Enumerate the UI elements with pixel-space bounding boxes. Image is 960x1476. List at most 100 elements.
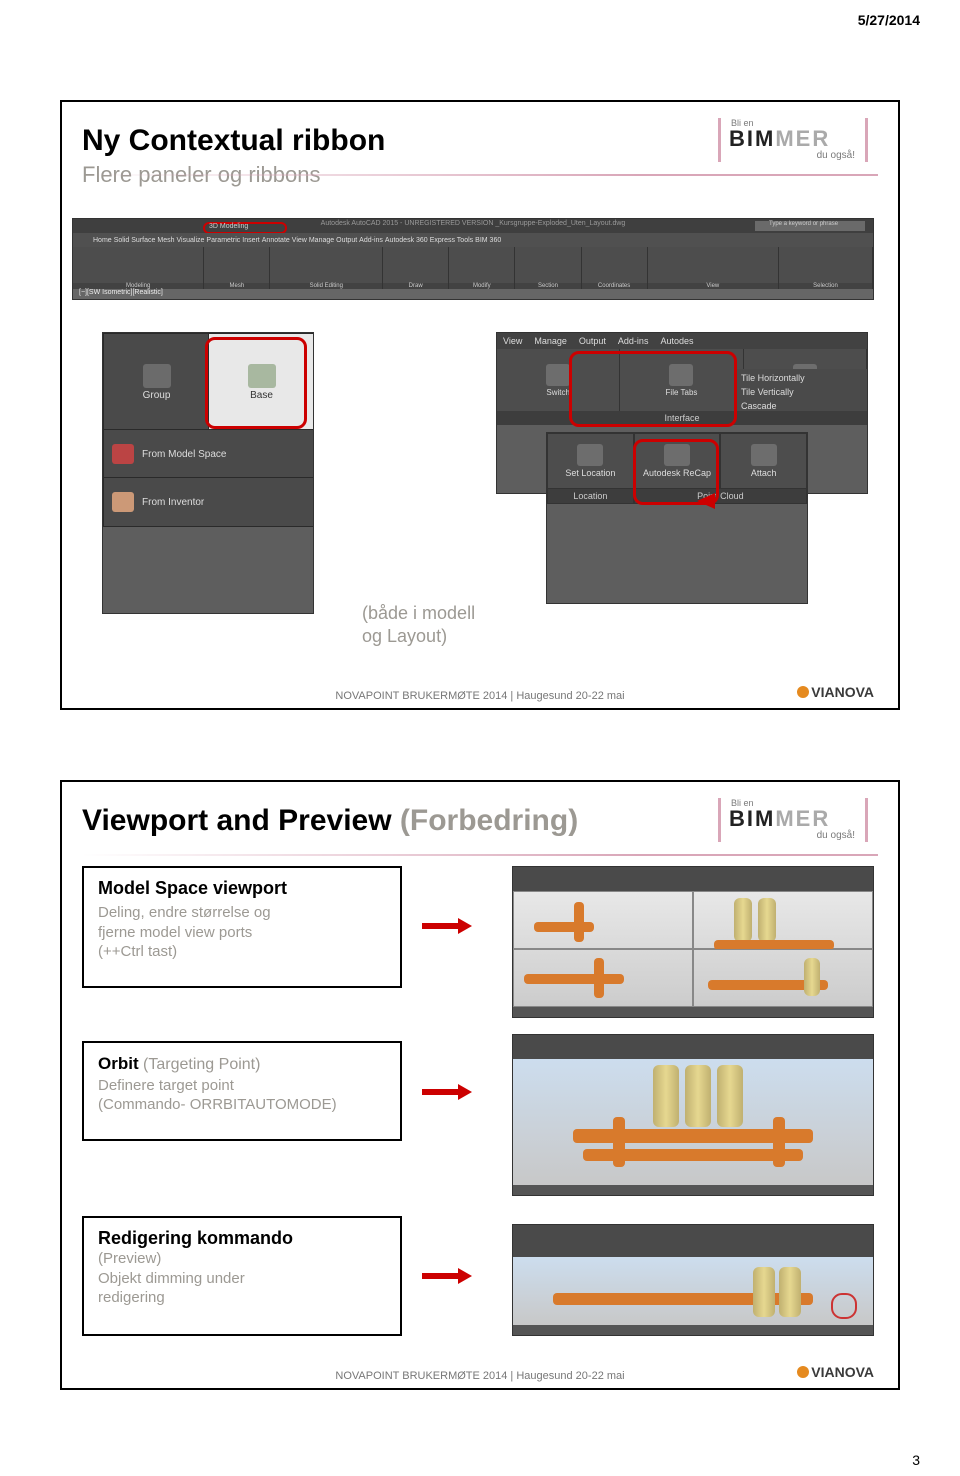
tab-visualize[interactable]: Visualize [177, 237, 205, 244]
set-location[interactable]: Set Location [547, 433, 634, 489]
panel-solidedit: Solid Editing [270, 247, 383, 289]
tab-a360[interactable]: Autodesk 360 [385, 237, 428, 244]
badge2-main: BIMMER [725, 808, 861, 830]
bimmer-badge: Bli en BIMMER du også! [718, 118, 868, 162]
panel-view: View [648, 247, 779, 289]
menu-output[interactable]: Output [573, 336, 612, 346]
panel-section: Section [515, 247, 581, 289]
attach[interactable]: Attach [720, 433, 807, 489]
tab-addins[interactable]: Add-ins [359, 237, 383, 244]
model-space-icon [112, 444, 134, 464]
tab-solid[interactable]: Solid [114, 237, 130, 244]
shot2-status [513, 1185, 873, 1195]
tab-insert[interactable]: Insert [242, 237, 260, 244]
attach-label: Attach [751, 468, 777, 478]
tab-bim360[interactable]: BIM 360 [475, 237, 501, 244]
inventor-icon [112, 492, 134, 512]
highlight-circle [831, 1293, 857, 1319]
highlight-base [205, 337, 307, 429]
shot1-canvas [513, 891, 873, 1007]
badge2-main-dark: BIM [729, 806, 775, 831]
red-arrow-icon [697, 493, 715, 509]
attach-icon [751, 444, 777, 466]
box2-heading: Orbit [98, 1054, 139, 1073]
slide1-bottom: Group Base From Model Space From Invento… [72, 332, 888, 678]
tab-parametric[interactable]: Parametric [206, 237, 240, 244]
slide1-note: (både i modell og Layout) [362, 602, 475, 647]
title-rule [82, 174, 878, 176]
page-date: 5/27/2014 [858, 12, 920, 28]
slide2-title-light: (Forbedring) [400, 804, 578, 837]
box1-line3: (++Ctrl tast) [98, 943, 177, 960]
box3-line1: Objekt dimming under [98, 1270, 245, 1287]
window-title: Autodesk AutoCAD 2015 - UNREGISTERED VER… [321, 220, 626, 227]
slide2-footer: NOVAPOINT BRUKERMØTE 2014 | Haugesund 20… [62, 1370, 898, 1382]
tab-output[interactable]: Output [336, 237, 357, 244]
highlight-tabs [569, 351, 737, 427]
tab-express[interactable]: Express Tools [430, 237, 473, 244]
bimmer-badge-2: Bli en BIMMER du også! [718, 798, 868, 842]
slide-1: Bli en BIMMER du også! Ny Contextual rib… [60, 100, 900, 710]
box3-sub: (Preview) [98, 1250, 161, 1267]
menu-manage[interactable]: Manage [528, 336, 573, 346]
page-number: 3 [912, 1452, 920, 1468]
menu-autodes[interactable]: Autodes [654, 336, 699, 346]
panel-modeling: Modeling [73, 247, 204, 289]
vianova-dot-icon [797, 686, 809, 698]
group-cell[interactable]: Group [103, 333, 210, 431]
set-location-label: Set Location [565, 468, 615, 478]
tab-view[interactable]: View [292, 237, 307, 244]
box2-line1: Definere target point [98, 1077, 234, 1094]
arrow-1 [422, 918, 472, 934]
globe-icon [577, 444, 603, 466]
tab-home[interactable]: Home [93, 237, 112, 244]
badge-bottom: du også! [725, 150, 861, 161]
menu-addins[interactable]: Add-ins [612, 336, 655, 346]
switch-icon [546, 364, 570, 386]
slide2-title-main: Viewport and Preview [82, 804, 400, 837]
box1-line2: fjerne model view ports [98, 924, 252, 941]
ribbon-titlebar: Autodesk AutoCAD 2015 - UNREGISTERED VER… [73, 219, 873, 233]
badge2-bottom: du også! [725, 830, 861, 841]
shot2-topbar [513, 1035, 873, 1059]
ribbon-search[interactable]: Type a keyword or phrase [755, 221, 865, 231]
badge-main: BIMMER [725, 128, 861, 150]
from-inventor-label: From Inventor [142, 497, 204, 508]
ribbon-body: Modeling Mesh Solid Editing Draw Modify … [73, 247, 873, 289]
vianova-logo: VIANOVA [797, 684, 874, 700]
tab-surface[interactable]: Surface [131, 237, 155, 244]
vianova-dot-icon-2 [797, 1366, 809, 1378]
tab-manage[interactable]: Manage [309, 237, 334, 244]
info-box-orbit: Orbit (Targeting Point) Definere target … [82, 1041, 402, 1141]
screenshot-orbit [512, 1034, 874, 1196]
box2-heading-rest: (Targeting Point) [139, 1056, 261, 1073]
slide1-footer: NOVAPOINT BRUKERMØTE 2014 | Haugesund 20… [62, 690, 898, 702]
from-model-space[interactable]: From Model Space [103, 429, 314, 479]
tab-mesh[interactable]: Mesh [157, 237, 174, 244]
cascade[interactable]: Cascade [741, 401, 863, 411]
tab-annotate[interactable]: Annotate [262, 237, 290, 244]
from-inventor[interactable]: From Inventor [103, 477, 314, 527]
panel-selection: Selection [779, 247, 873, 289]
tile-horizontally[interactable]: Tile Horizontally [741, 373, 863, 383]
panel-mesh: Mesh [204, 247, 270, 289]
shot3-topbar [513, 1225, 873, 1257]
ribbon-3dmodeling-label: 3D Modeling [209, 223, 248, 230]
arrow-3 [422, 1268, 472, 1284]
box3-line2: redigering [98, 1289, 165, 1306]
badge2-main-light: MER [775, 806, 830, 831]
tile-vertically[interactable]: Tile Vertically [741, 387, 863, 397]
info-box-redigering: Redigering kommando (Preview) Objekt dim… [82, 1216, 402, 1336]
vianova-logo-2: VIANOVA [797, 1364, 874, 1380]
arrow-2 [422, 1084, 472, 1100]
panel-modify: Modify [449, 247, 515, 289]
slide2-body: Model Space viewport Deling, endre størr… [82, 866, 878, 1358]
from-model-space-label: From Model Space [142, 449, 226, 460]
ribbon-tabs[interactable]: Home Solid Surface Mesh Visualize Parame… [73, 233, 873, 247]
panel-coordinates: Coordinates [582, 247, 648, 289]
note-line1: (både i modell [362, 603, 475, 623]
title-rule-2 [82, 854, 878, 856]
menu-view[interactable]: View [497, 336, 528, 346]
slide-2: Bli en BIMMER du også! Viewport and Prev… [60, 780, 900, 1390]
autocad-ribbon-screenshot: Autodesk AutoCAD 2015 - UNREGISTERED VER… [72, 218, 874, 300]
